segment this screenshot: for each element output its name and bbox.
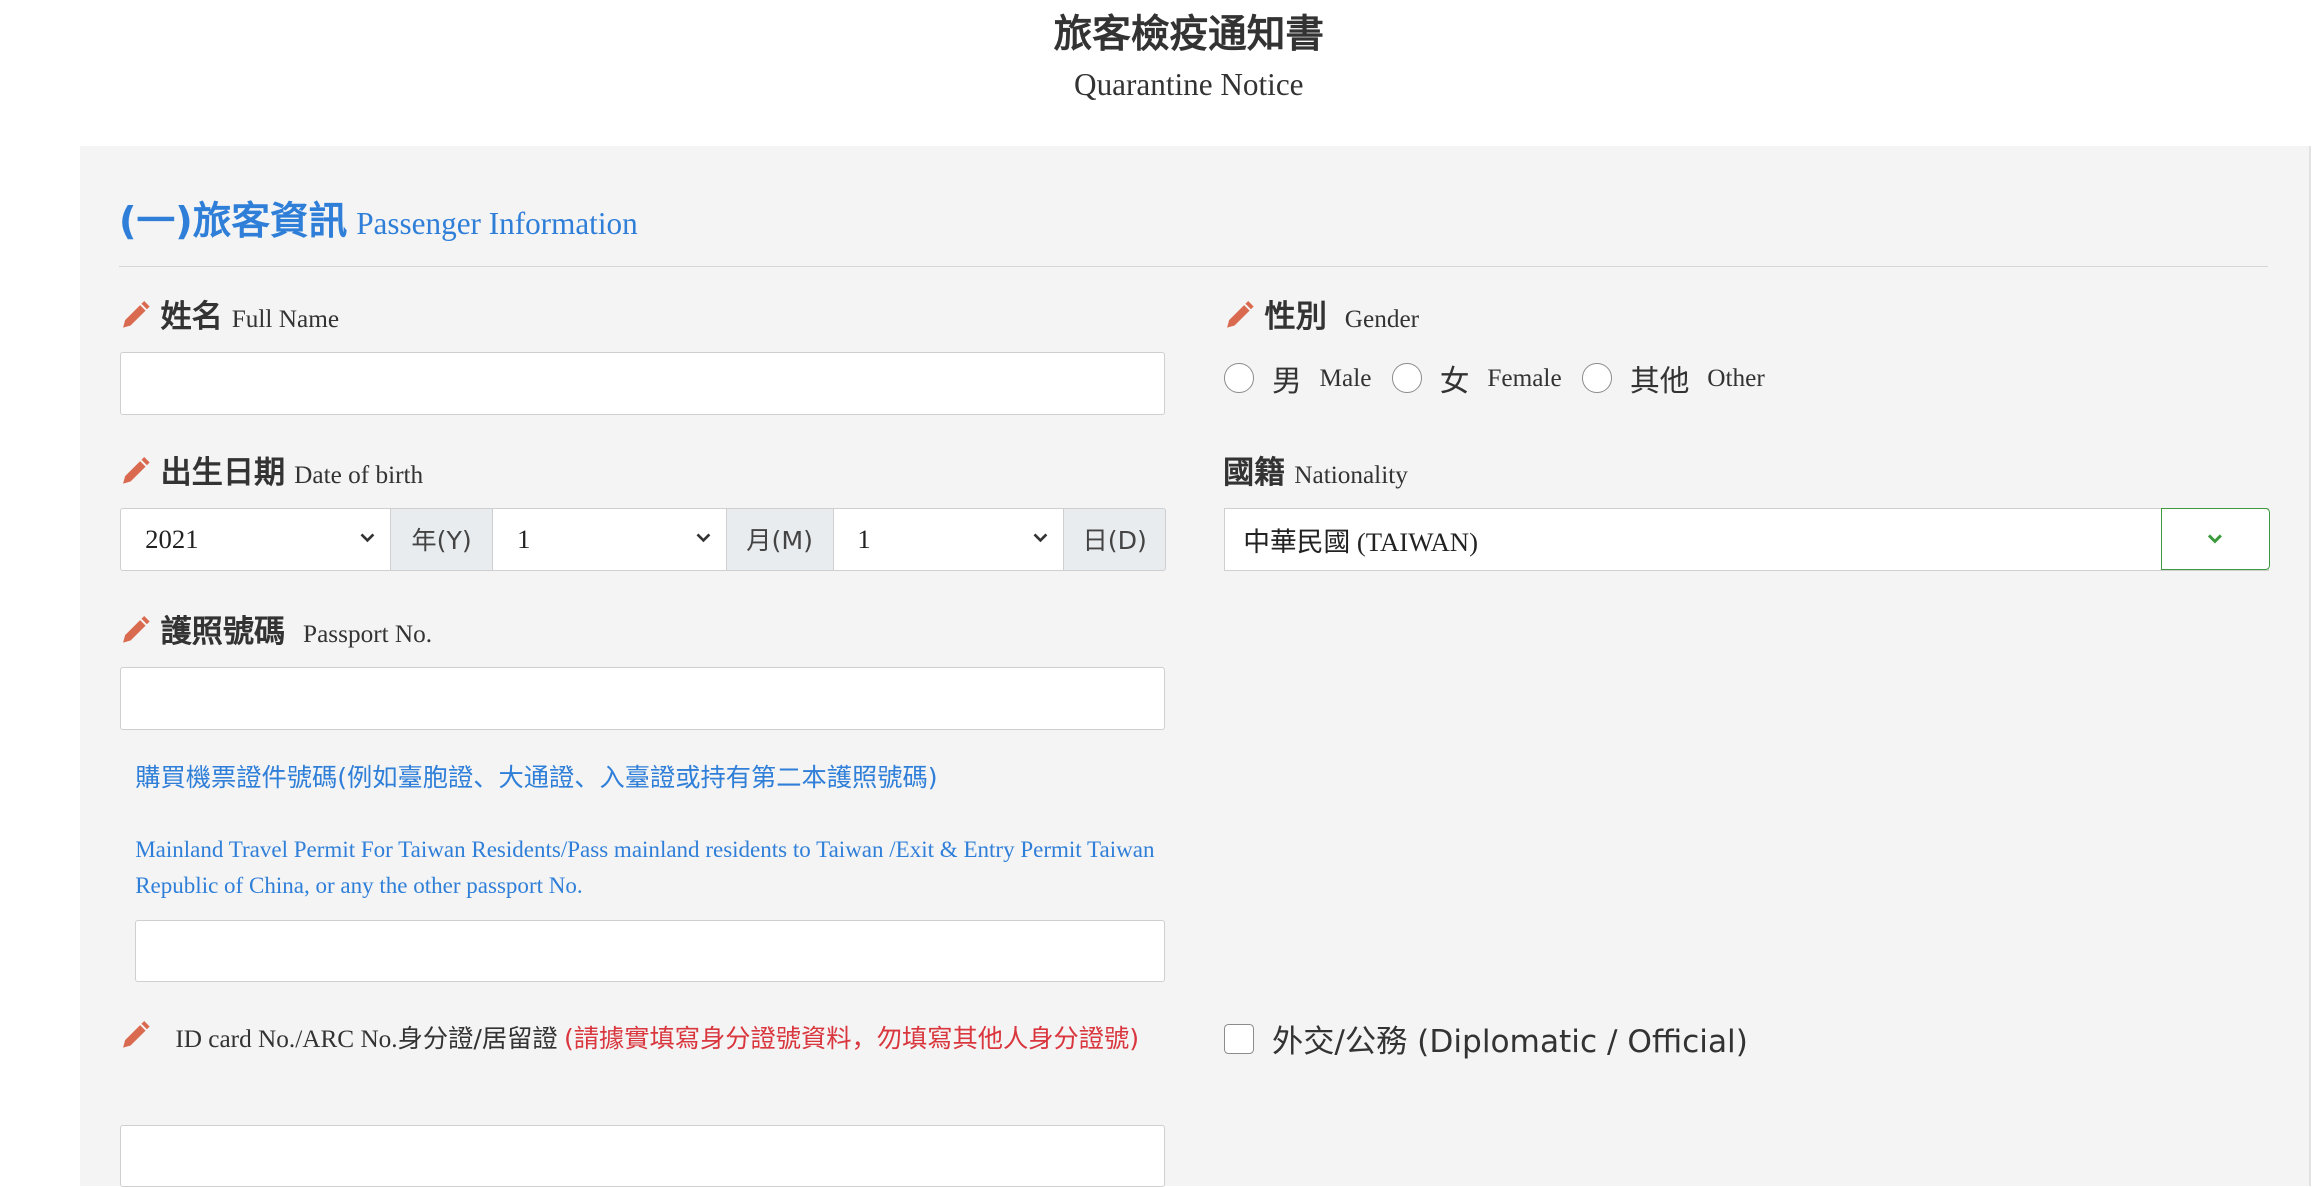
gender-option-label-en: Other: [1707, 363, 1765, 392]
gender-option-label-en: Male: [1319, 363, 1372, 392]
gender-option-label-en: Female: [1487, 363, 1562, 392]
section-title-zh: (一)旅客資訊: [118, 199, 348, 245]
full-name-input[interactable]: [120, 352, 1165, 415]
gender-label-zh: 性別: [1264, 299, 1327, 336]
dob-row: 2021 年(Y) 1 月(M) 1 日(D): [120, 508, 1167, 571]
id-card-label-en: ID card No./ARC No.: [175, 1024, 398, 1053]
section-divider: [118, 265, 2268, 268]
gender-radio-other[interactable]: [1582, 363, 1613, 393]
page-subtitle: Quarantine Notice: [1074, 66, 1304, 102]
page-title: 旅客檢疫通知書: [1053, 11, 1324, 57]
chevron-down-icon: [696, 533, 711, 543]
nationality-label: 國籍 Nationality: [1223, 447, 1408, 492]
dob-label-zh: 出生日期: [160, 455, 286, 492]
chevron-down-icon: [1033, 533, 1048, 543]
gender-option-label-zh: 女: [1439, 363, 1470, 399]
pencil-icon: [122, 301, 150, 328]
id-card-label-zh: 身分證/居留證: [397, 1023, 558, 1053]
chevron-down-icon: [2208, 534, 2223, 544]
passport-input[interactable]: [120, 667, 1165, 730]
id-card-label: ID card No./ARC No.身分證/居留證 (請據實填寫身分證號資料，…: [119, 1015, 1159, 1064]
pencil-icon: [122, 616, 150, 643]
section-title: (一)旅客資訊 Passenger Information: [119, 190, 638, 246]
gender-radio-male[interactable]: [1224, 363, 1255, 393]
full-name-label: 姓名 Full Name: [119, 291, 339, 336]
dob-month-value: 1: [517, 523, 531, 554]
nationality-label-zh: 國籍: [1222, 455, 1286, 492]
nationality-value: 中華民國 (TAIWAN): [1243, 526, 1478, 557]
full-name-label-zh: 姓名: [160, 299, 223, 336]
form-panel: (一)旅客資訊 Passenger Information 姓名 Full Name…: [80, 145, 2312, 1187]
alt-document-note-zh: 購買機票證件號碼(例如臺胞證、大通證、入臺證或持有第二本護照號碼): [135, 762, 938, 792]
id-card-warning: (請據實填寫身分證號資料，勿填寫其他人身分證號): [563, 1023, 1140, 1053]
dob-day-value: 1: [857, 523, 871, 554]
gender-radio-female[interactable]: [1392, 363, 1422, 393]
dob-label-en: Date of birth: [294, 461, 424, 490]
section-title-en: Passenger Information: [356, 206, 638, 242]
dob-month-select[interactable]: 1: [493, 508, 727, 571]
dob-year-value: 2021: [145, 523, 199, 554]
diplomatic-row: 外交/公務 (Diplomatic / Official): [1224, 1016, 1748, 1061]
nationality-dropdown-button[interactable]: [2161, 507, 2270, 571]
diplomatic-checkbox[interactable]: [1224, 1024, 1255, 1054]
passport-label-en: Passport No.: [303, 620, 433, 649]
gender-radio-group: 男 Male 女 Female 其他 Other: [1224, 357, 1785, 400]
diplomatic-label: 外交/公務 (Diplomatic / Official): [1272, 1024, 1748, 1061]
nationality-select[interactable]: 中華民國 (TAIWAN): [1224, 507, 2270, 571]
passport-label: 護照號碼 Passport No.: [119, 606, 432, 651]
pencil-icon: [122, 1020, 150, 1048]
dob-label: 出生日期 Date of birth: [119, 447, 423, 492]
nationality-label-en: Nationality: [1294, 461, 1408, 490]
gender-label: 性別 Gender: [1223, 291, 1419, 336]
alt-document-input[interactable]: [135, 919, 1165, 983]
passport-label-zh: 護照號碼: [160, 614, 286, 651]
dob-day-select[interactable]: 1: [833, 508, 1064, 571]
gender-option-label-zh: 其他: [1630, 363, 1690, 399]
pencil-icon: [122, 457, 150, 484]
gender-option-label-zh: 男: [1272, 363, 1302, 399]
dob-day-unit: 日(D): [1063, 508, 1167, 571]
alt-document-note-en: Mainland Travel Permit For Taiwan Reside…: [135, 836, 1155, 898]
dob-month-unit: 月(M): [726, 508, 834, 571]
pencil-icon: [1227, 301, 1254, 328]
dob-year-select[interactable]: 2021: [120, 508, 391, 571]
dob-year-unit: 年(Y): [390, 508, 494, 571]
full-name-label-en: Full Name: [231, 305, 340, 334]
gender-label-en: Gender: [1344, 305, 1420, 334]
chevron-down-icon: [360, 533, 375, 543]
